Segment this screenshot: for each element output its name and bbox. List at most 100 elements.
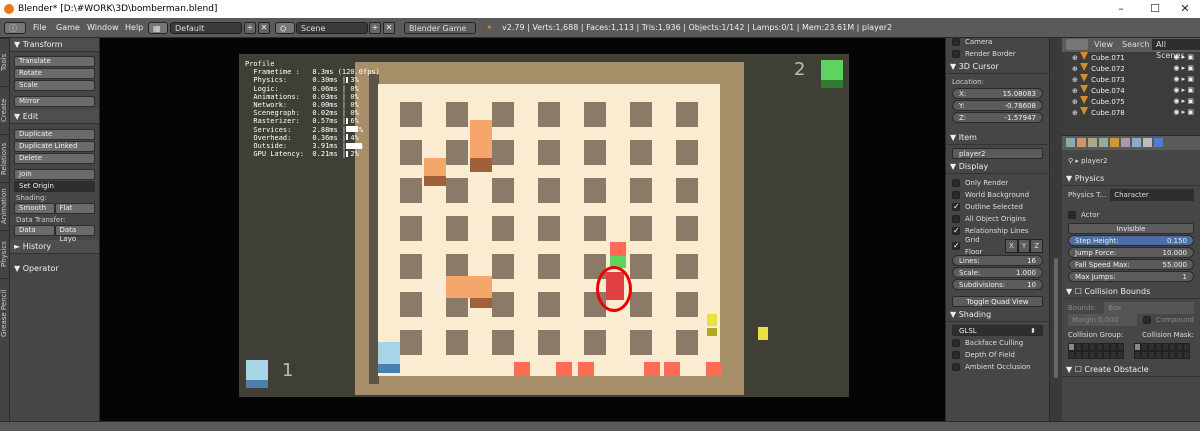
remove-scene-button[interactable]: ✕: [383, 22, 395, 34]
scale-button[interactable]: Scale: [14, 80, 95, 91]
outliner-item[interactable]: ⊕ Cube.075 ◉ ▸ ▣: [1062, 96, 1200, 107]
max-jumps-field[interactable]: Max Jumps: 1: [1068, 271, 1194, 282]
add-scene-button[interactable]: +: [369, 22, 381, 34]
cursor-z-field[interactable]: Z: -1.57947: [952, 112, 1043, 123]
menu-window[interactable]: Window: [87, 18, 119, 38]
physics-panel-header[interactable]: ▼ Physics: [1062, 172, 1200, 186]
grid-z-toggle[interactable]: Z: [1030, 239, 1043, 253]
all-origins-checkbox[interactable]: [952, 215, 960, 223]
menu-game[interactable]: Game: [56, 18, 80, 38]
outliner-display-select[interactable]: All Scenes: [1152, 39, 1200, 60]
physics-tab-icon[interactable]: [1154, 138, 1163, 147]
layers-tab-icon[interactable]: [1077, 138, 1086, 147]
tab-create[interactable]: Create: [0, 86, 9, 134]
collision-layer-toggle[interactable]: [1117, 351, 1124, 359]
collision-layer-toggle[interactable]: [1082, 343, 1089, 351]
item-panel-header[interactable]: ▼ Item: [946, 131, 1049, 145]
margin-field[interactable]: Margin 0.000: [1068, 314, 1137, 326]
rotate-button[interactable]: Rotate: [14, 68, 95, 79]
collision-layer-toggle[interactable]: [1162, 351, 1169, 359]
collision-layer-toggle[interactable]: [1134, 351, 1141, 359]
cursor-x-field[interactable]: X: 15.08083: [952, 88, 1043, 99]
dof-checkbox[interactable]: [952, 351, 960, 359]
collision-layer-toggle[interactable]: [1176, 343, 1183, 351]
shading-mode-select[interactable]: GLSL ⬍: [952, 325, 1043, 336]
collision-layer-toggle[interactable]: [1103, 343, 1110, 351]
grid-y-toggle[interactable]: Y: [1017, 239, 1031, 253]
collision-layer-toggle[interactable]: [1082, 351, 1089, 359]
scene-tab-icon[interactable]: [1088, 138, 1097, 147]
camera-field[interactable]: Camera: [965, 36, 992, 48]
collision-panel-header[interactable]: ▼ ☐ Collision Bounds: [1062, 285, 1200, 299]
scale-field[interactable]: Scale: 1.000: [952, 267, 1043, 278]
region-scrollbar[interactable]: [1050, 38, 1062, 421]
properties-tabs[interactable]: [1062, 136, 1200, 150]
cursor-y-field[interactable]: Y: -0.78608: [952, 100, 1043, 111]
tab-tools[interactable]: Tools: [0, 38, 9, 86]
display-panel-header[interactable]: ▼ Display: [946, 160, 1049, 174]
menu-file[interactable]: File: [33, 18, 46, 38]
grid-x-toggle[interactable]: X: [1005, 239, 1018, 253]
modifiers-tab-icon[interactable]: [1132, 138, 1141, 147]
3d-viewport[interactable]: Profile Frametime : 8.3ms (120.0fps) Phy…: [100, 38, 945, 421]
physics-type-select[interactable]: Character: [1110, 189, 1194, 201]
viewport-header[interactable]: [0, 421, 1200, 431]
edit-panel-header[interactable]: ▼ Edit: [10, 110, 99, 124]
add-screen-button[interactable]: +: [244, 22, 256, 34]
operator-panel-header[interactable]: ▼ Operator: [10, 262, 99, 276]
shading-panel-header[interactable]: ▼ Shading: [946, 308, 1049, 322]
world-tab-icon[interactable]: [1099, 138, 1108, 147]
set-origin-select[interactable]: Set Origin: [14, 181, 95, 192]
editor-type-icon[interactable]: ⓘ: [4, 22, 26, 34]
collision-layer-toggle[interactable]: [1075, 343, 1082, 351]
bounds-select[interactable]: Box: [1104, 302, 1194, 314]
layout-icon[interactable]: ▦: [148, 22, 168, 34]
mirror-button[interactable]: Mirror: [14, 96, 95, 107]
data-layout-button[interactable]: Data Layo: [54, 225, 95, 243]
transform-panel-header[interactable]: ▼ Transform: [10, 38, 99, 52]
material-tab-icon[interactable]: [1143, 138, 1152, 147]
world-bg-checkbox[interactable]: [952, 191, 960, 199]
scene-icon[interactable]: ⛭: [275, 22, 295, 34]
collision-layer-toggle[interactable]: [1110, 351, 1117, 359]
collision-layer-toggle[interactable]: [1096, 351, 1103, 359]
visibility-icons[interactable]: ◉ ▸ ▣: [1173, 96, 1194, 107]
actor-checkbox[interactable]: [1068, 211, 1076, 219]
item-name-field[interactable]: player2: [952, 148, 1043, 159]
invisible-toggle[interactable]: Invisible: [1068, 223, 1194, 234]
outliner-item[interactable]: ⊕ Cube.078 ◉ ▸ ▣: [1062, 107, 1200, 118]
history-panel-header[interactable]: ► History: [10, 240, 99, 254]
collision-layer-toggle[interactable]: [1117, 343, 1124, 351]
render-tab-icon[interactable]: [1066, 138, 1075, 147]
remove-screen-button[interactable]: ✕: [258, 22, 270, 34]
maximize-button[interactable]: ☐: [1140, 0, 1170, 18]
outliner-editor-icon[interactable]: [1066, 39, 1088, 50]
object-tab-icon[interactable]: [1110, 138, 1119, 147]
tab-grease-pencil[interactable]: Grease Pencil: [0, 278, 9, 348]
close-button[interactable]: ✕: [1170, 0, 1200, 18]
jump-force-field[interactable]: Jump Force: 10.000: [1068, 247, 1194, 258]
only-render-checkbox[interactable]: [952, 179, 960, 187]
backface-checkbox[interactable]: [952, 339, 960, 347]
collision-layer-toggle[interactable]: [1096, 343, 1103, 351]
collision-layer-toggle[interactable]: [1089, 343, 1096, 351]
data-button[interactable]: Data: [14, 225, 55, 236]
collision-layer-toggle[interactable]: [1169, 351, 1176, 359]
collision-layer-toggle[interactable]: [1141, 351, 1148, 359]
collision-layer-toggle[interactable]: [1103, 351, 1110, 359]
compound-checkbox[interactable]: [1142, 316, 1151, 324]
visibility-icons[interactable]: ◉ ▸ ▣: [1173, 63, 1194, 74]
outliner-view-menu[interactable]: View: [1094, 40, 1113, 49]
duplicate-linked-button[interactable]: Duplicate Linked: [14, 141, 95, 152]
tab-relations[interactable]: Relations: [0, 134, 9, 182]
toggle-quad-view-button[interactable]: Toggle Quad View: [952, 296, 1043, 307]
collision-layer-toggle[interactable]: [1162, 343, 1169, 351]
render-border-check[interactable]: Render Border: [965, 48, 1016, 60]
visibility-icons[interactable]: ◉ ▸ ▣: [1173, 74, 1194, 85]
collision-layer-grid[interactable]: [1062, 341, 1200, 361]
subdiv-field[interactable]: Subdivisions: 10: [952, 279, 1043, 290]
fall-speed-field[interactable]: Fall Speed Max: 55.000: [1068, 259, 1194, 270]
collision-layer-toggle[interactable]: [1183, 351, 1190, 359]
outliner-item[interactable]: ⊕ Cube.074 ◉ ▸ ▣: [1062, 85, 1200, 96]
join-button[interactable]: Join: [14, 169, 95, 180]
